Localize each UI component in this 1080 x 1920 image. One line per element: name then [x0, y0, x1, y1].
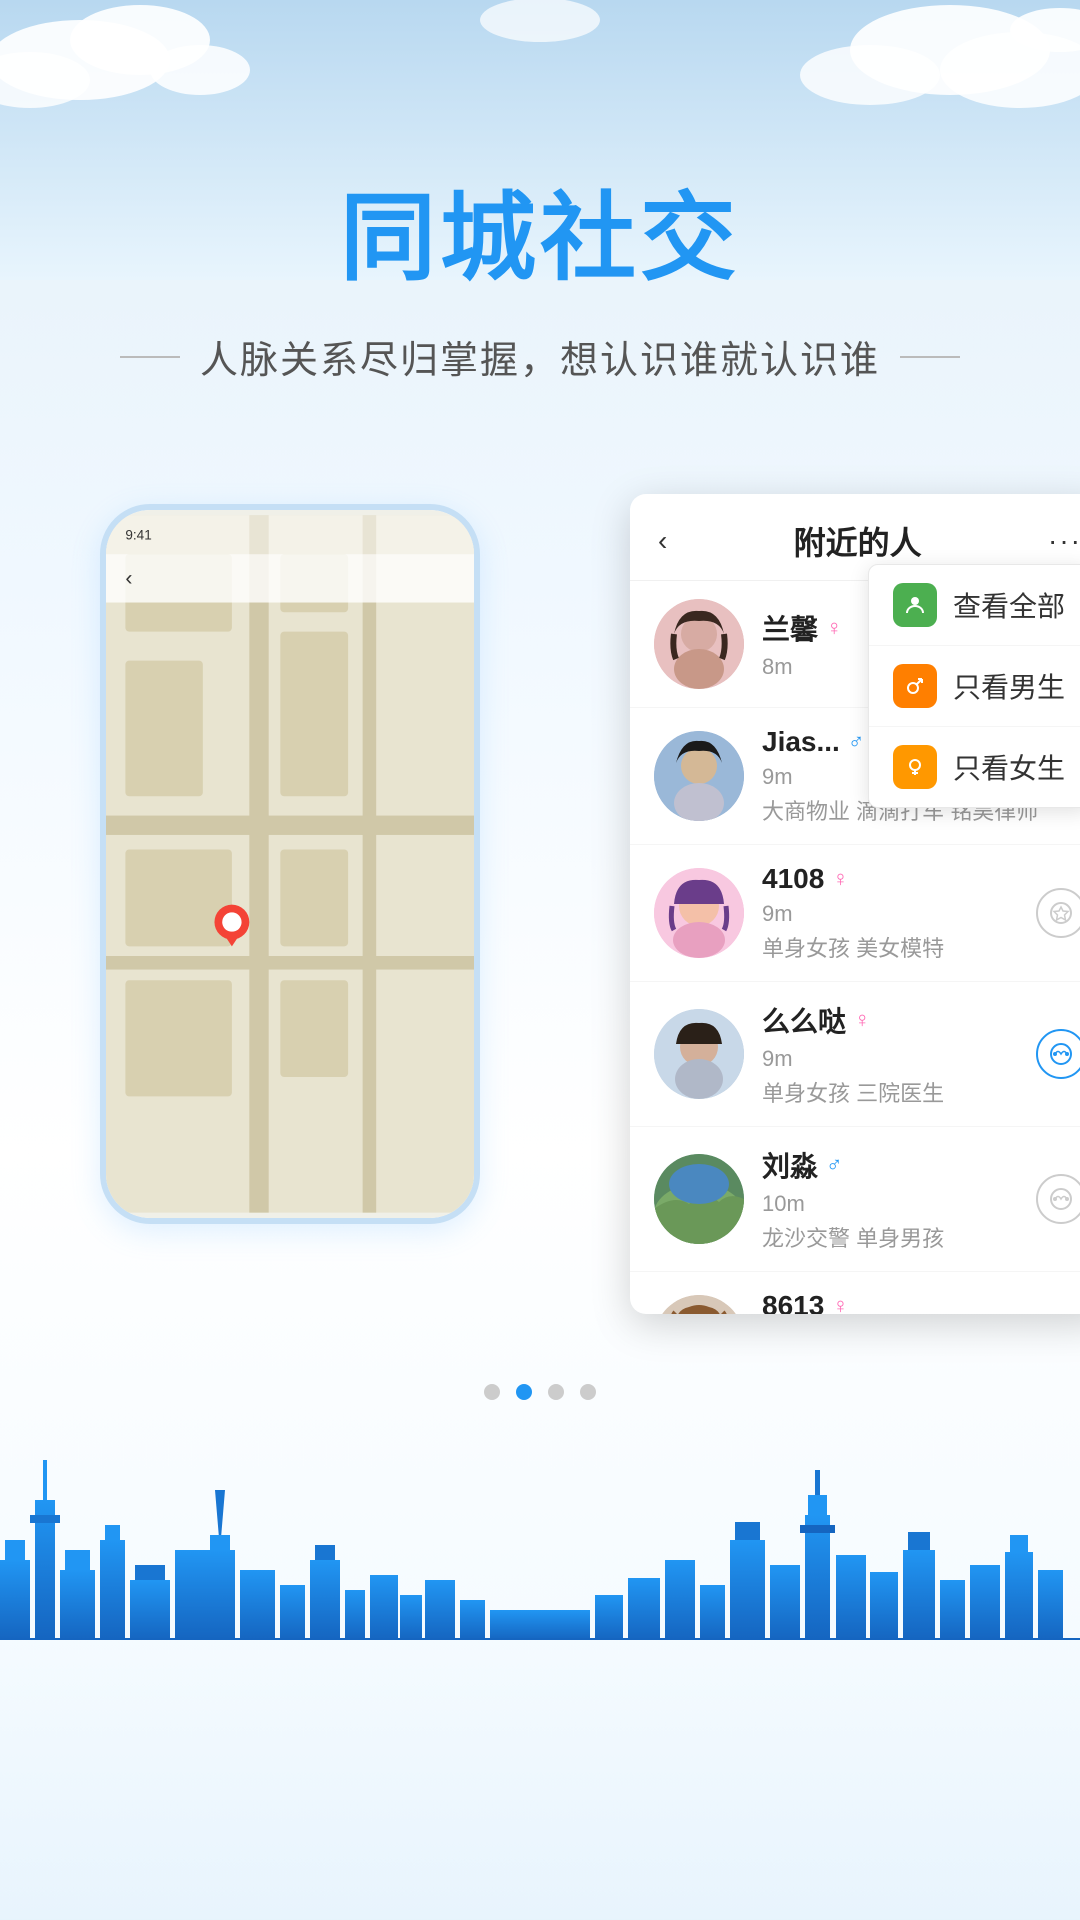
dot-3[interactable] — [548, 1384, 564, 1400]
hero-section: 同城社交 人脉关系尽归掌握，想认识谁就认识谁 — [0, 0, 1080, 384]
user-name: 刘淼 — [762, 1145, 818, 1185]
avatar — [654, 731, 744, 821]
background-phone: 9:41 ‹ — [100, 504, 480, 1224]
filter-female-icon — [893, 745, 937, 789]
filter-male-icon — [893, 664, 937, 708]
user-action[interactable] — [1036, 1029, 1080, 1079]
popup-more-button[interactable]: ··· — [1048, 525, 1080, 557]
user-name: 兰馨 — [762, 608, 818, 648]
filter-female[interactable]: 只看女生 — [869, 727, 1080, 807]
user-name: 8613 — [762, 1290, 824, 1314]
user-tags: 单身女孩 美女模特 — [762, 931, 1080, 963]
user-tags: 龙沙交警 单身男孩 — [762, 1221, 1080, 1253]
list-item[interactable]: 8613 ♀ 10m 一中教师 — [630, 1272, 1080, 1314]
action-button-active[interactable] — [1036, 1029, 1080, 1079]
list-item[interactable]: 4108 ♀ 9m 单身女孩 美女模特 — [630, 845, 1080, 982]
list-item[interactable]: 刘淼 ♂ 10m 龙沙交警 单身男孩 — [630, 1127, 1080, 1272]
city-skyline — [0, 1440, 1080, 1640]
filter-dropdown: 查看全部 只看男生 — [868, 564, 1080, 808]
filter-all-label: 查看全部 — [953, 585, 1065, 625]
user-info: 么么哒 ♀ 9m 单身女孩 三院医生 — [762, 1000, 1080, 1108]
action-button[interactable] — [1036, 1174, 1080, 1224]
user-name: 么么哒 — [762, 1000, 846, 1040]
gender-icon: ♂ — [848, 729, 865, 755]
app-title: 同城社交 — [0, 160, 1080, 299]
popup-title: 附近的人 — [794, 518, 922, 564]
popup-header: ‹ 附近的人 ··· 查看全部 — [630, 494, 1080, 581]
filter-female-label: 只看女生 — [953, 747, 1065, 787]
popup-back-button[interactable]: ‹ — [658, 525, 667, 557]
user-name: Jias... — [762, 726, 840, 758]
filter-all-icon — [893, 583, 937, 627]
filter-male[interactable]: 只看男生 — [869, 646, 1080, 727]
gender-icon: ♀ — [854, 1007, 871, 1033]
avatar — [654, 1295, 744, 1314]
user-distance: 9m — [762, 1046, 1080, 1072]
user-info: 刘淼 ♂ 10m 龙沙交警 单身男孩 — [762, 1145, 1080, 1253]
user-name: 4108 — [762, 863, 824, 895]
filter-male-label: 只看男生 — [953, 666, 1065, 706]
user-distance: 9m — [762, 901, 1080, 927]
avatar — [654, 1154, 744, 1244]
user-action[interactable] — [1036, 1174, 1080, 1224]
dot-4[interactable] — [580, 1384, 596, 1400]
gender-icon: ♀ — [826, 615, 843, 641]
svg-text:‹: ‹ — [125, 566, 132, 590]
phone-bg-screen: 9:41 ‹ — [106, 510, 474, 1218]
subtitle: 人脉关系尽归掌握，想认识谁就认识谁 — [0, 329, 1080, 384]
user-action[interactable] — [1036, 888, 1080, 938]
avatar — [654, 1009, 744, 1099]
user-info: 8613 ♀ 10m 一中教师 — [762, 1290, 1080, 1314]
dot-1[interactable] — [484, 1384, 500, 1400]
avatar — [654, 868, 744, 958]
user-info: 4108 ♀ 9m 单身女孩 美女模特 — [762, 863, 1080, 963]
user-distance: 10m — [762, 1191, 1080, 1217]
avatar — [654, 599, 744, 689]
gender-icon: ♂ — [826, 1152, 843, 1178]
dot-2-active[interactable] — [516, 1384, 532, 1400]
action-button[interactable] — [1036, 888, 1080, 938]
filter-all[interactable]: 查看全部 — [869, 565, 1080, 646]
phone-container: 9:41 ‹ ‹ 附近的人 ··· — [0, 444, 1080, 1344]
svg-text:9:41: 9:41 — [125, 528, 151, 543]
popup-card: ‹ 附近的人 ··· 查看全部 — [630, 494, 1080, 1314]
page-dots — [0, 1384, 1080, 1400]
list-item[interactable]: 么么哒 ♀ 9m 单身女孩 三院医生 — [630, 982, 1080, 1127]
gender-icon: ♀ — [832, 866, 849, 892]
gender-icon: ♀ — [832, 1293, 849, 1314]
user-tags: 单身女孩 三院医生 — [762, 1076, 1080, 1108]
